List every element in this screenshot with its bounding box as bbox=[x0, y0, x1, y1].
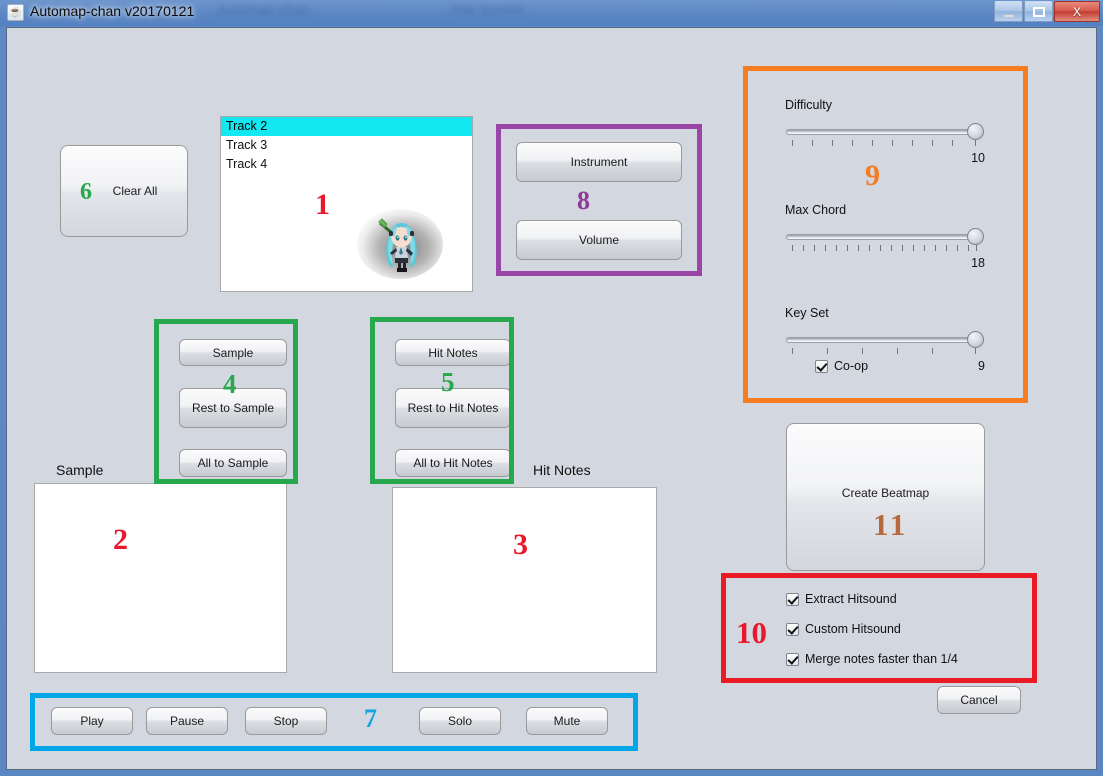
max-chord-slider-track[interactable] bbox=[786, 234, 984, 240]
rest-to-hit-notes-button[interactable]: Rest to Hit Notes bbox=[395, 388, 511, 428]
java-coffee-icon: ☕ bbox=[7, 4, 24, 21]
sample-area-title: Sample bbox=[56, 462, 104, 478]
annotation-number-9: 9 bbox=[865, 159, 880, 192]
hatsune-miku-chibi-sprite bbox=[357, 209, 443, 279]
stop-label: Stop bbox=[273, 714, 299, 728]
max-chord-slider-thumb[interactable] bbox=[967, 228, 984, 245]
rest-to-sample-label: Rest to Sample bbox=[191, 401, 275, 415]
difficulty-slider-value: 10 bbox=[971, 151, 985, 165]
volume-button[interactable]: Volume bbox=[516, 220, 682, 260]
all-to-hit-notes-label: All to Hit Notes bbox=[413, 456, 493, 470]
difficulty-slider-label: Difficulty bbox=[785, 98, 833, 112]
coop-checkbox[interactable]: Co-op bbox=[815, 359, 868, 373]
sample-button[interactable]: Sample bbox=[179, 339, 287, 366]
merge-notes-checkbox-box[interactable] bbox=[786, 652, 799, 666]
background-window-subtitle-ghost: File Screen bbox=[452, 2, 525, 17]
instrument-label: Instrument bbox=[570, 155, 628, 169]
main-content-area: Clear All Track 2 Track 3 Track 4 Instru… bbox=[6, 27, 1097, 770]
max-chord-slider-ticks bbox=[786, 245, 984, 252]
instrument-button[interactable]: Instrument bbox=[516, 142, 682, 182]
sample-label: Sample bbox=[212, 345, 254, 360]
clear-all-label: Clear All bbox=[112, 184, 158, 198]
key-set-slider-track[interactable] bbox=[786, 337, 984, 343]
pause-label: Pause bbox=[169, 714, 205, 728]
coop-label: Co-op bbox=[834, 359, 869, 373]
custom-hitsound-checkbox-box[interactable] bbox=[786, 622, 799, 636]
annotation-number-8: 8 bbox=[577, 186, 590, 215]
key-set-slider-value: 9 bbox=[978, 359, 985, 373]
difficulty-slider-track[interactable] bbox=[786, 129, 984, 135]
cancel-button[interactable]: Cancel bbox=[937, 686, 1021, 714]
custom-hitsound-label: Custom Hitsound bbox=[805, 622, 901, 636]
max-chord-slider-value: 18 bbox=[971, 256, 985, 270]
solo-label: Solo bbox=[447, 714, 473, 728]
key-set-slider-ticks bbox=[786, 348, 984, 355]
list-item[interactable]: Track 4 bbox=[221, 155, 472, 174]
play-button[interactable]: Play bbox=[51, 707, 133, 735]
clear-all-button[interactable]: Clear All bbox=[60, 145, 188, 237]
stop-button[interactable]: Stop bbox=[245, 707, 327, 735]
max-chord-slider-label: Max Chord bbox=[785, 203, 847, 217]
custom-hitsound-checkbox[interactable]: Custom Hitsound bbox=[786, 622, 901, 636]
coop-checkbox-box[interactable] bbox=[815, 359, 828, 373]
track-list[interactable]: Track 2 Track 3 Track 4 bbox=[220, 116, 473, 292]
close-button[interactable]: X bbox=[1054, 1, 1100, 22]
create-beatmap-label: Create Beatmap bbox=[841, 486, 930, 500]
create-beatmap-button[interactable]: Create Beatmap bbox=[786, 423, 985, 571]
all-to-sample-label: All to Sample bbox=[197, 456, 269, 470]
annotation-number-10: 10 bbox=[736, 615, 767, 650]
hit-notes-area-title: Hit Notes bbox=[533, 462, 591, 478]
difficulty-slider-thumb[interactable] bbox=[967, 123, 984, 140]
all-to-hit-notes-button[interactable]: All to Hit Notes bbox=[395, 449, 511, 477]
rest-to-hit-notes-label: Rest to Hit Notes bbox=[407, 401, 499, 415]
title-bar: Automap-chan File Screen ☕ Automap-chan … bbox=[0, 0, 1103, 26]
solo-button[interactable]: Solo bbox=[419, 707, 501, 735]
hit-notes-button[interactable]: Hit Notes bbox=[395, 339, 511, 366]
merge-notes-checkbox[interactable]: Merge notes faster than 1/4 bbox=[786, 652, 958, 666]
merge-notes-label: Merge notes faster than 1/4 bbox=[805, 652, 958, 666]
extract-hitsound-label: Extract Hitsound bbox=[805, 592, 897, 606]
extract-hitsound-checkbox[interactable]: Extract Hitsound bbox=[786, 592, 897, 606]
difficulty-slider-ticks bbox=[786, 140, 984, 147]
list-item[interactable]: Track 2 bbox=[221, 117, 472, 136]
cancel-label: Cancel bbox=[960, 693, 998, 707]
window-controls: X bbox=[993, 1, 1100, 22]
list-item[interactable]: Track 3 bbox=[221, 136, 472, 155]
hit-notes-label: Hit Notes bbox=[428, 345, 478, 360]
rest-to-sample-button[interactable]: Rest to Sample bbox=[179, 388, 287, 428]
volume-label: Volume bbox=[578, 233, 620, 247]
mute-button[interactable]: Mute bbox=[526, 707, 608, 735]
annotation-number-7: 7 bbox=[364, 704, 377, 733]
background-window-title-ghost: Automap-chan bbox=[218, 2, 310, 17]
mute-label: Mute bbox=[553, 714, 581, 728]
key-set-slider-label: Key Set bbox=[785, 306, 829, 320]
sample-drop-area[interactable] bbox=[34, 483, 287, 673]
hit-notes-drop-area[interactable] bbox=[392, 487, 657, 673]
application-window: Automap-chan File Screen ☕ Automap-chan … bbox=[0, 0, 1103, 776]
play-label: Play bbox=[80, 714, 104, 728]
extract-hitsound-checkbox-box[interactable] bbox=[786, 592, 799, 606]
minimize-button[interactable] bbox=[994, 1, 1023, 22]
key-set-slider-thumb[interactable] bbox=[967, 331, 984, 348]
pause-button[interactable]: Pause bbox=[146, 707, 228, 735]
window-title: Automap-chan v20170121 bbox=[30, 3, 195, 19]
all-to-sample-button[interactable]: All to Sample bbox=[179, 449, 287, 477]
close-icon: X bbox=[1072, 4, 1082, 19]
maximize-button[interactable] bbox=[1024, 1, 1053, 22]
